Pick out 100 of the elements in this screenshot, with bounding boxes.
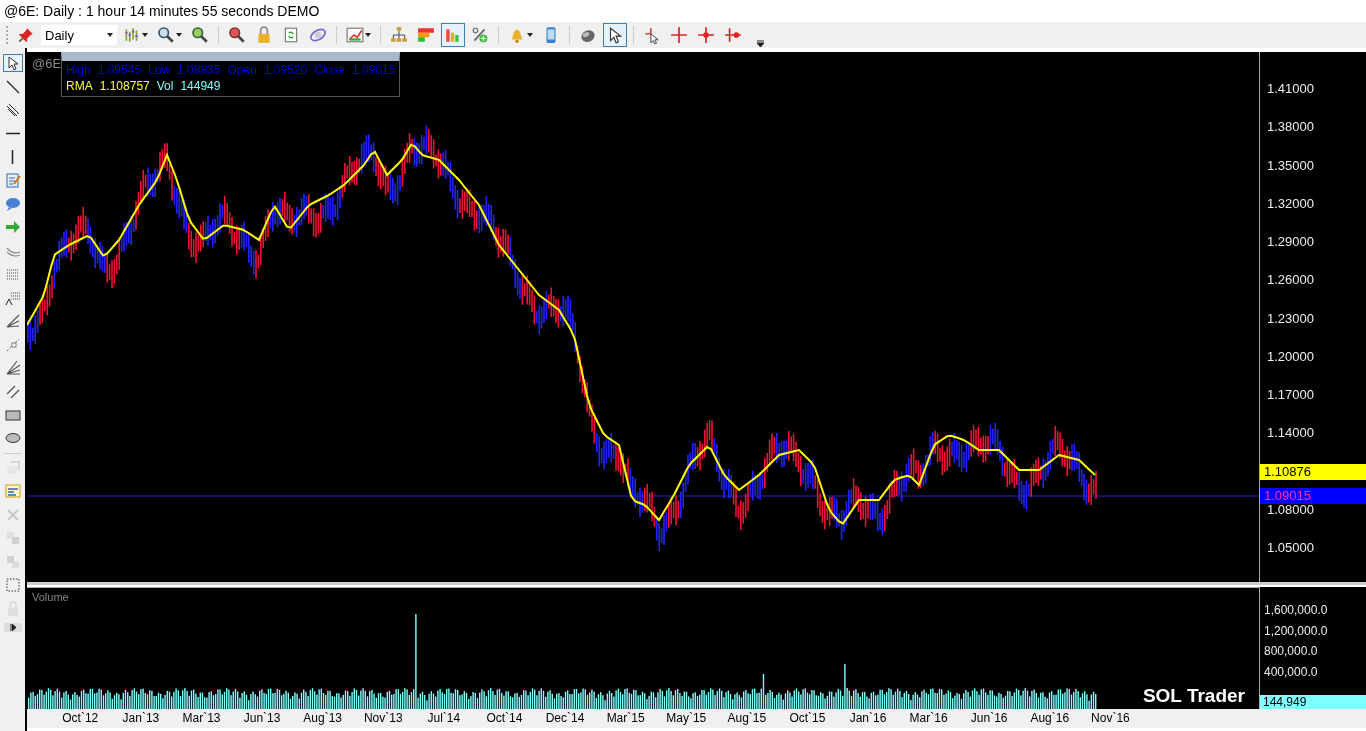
arrow-icon xyxy=(4,219,21,236)
data-label: Low xyxy=(148,62,171,78)
time-axis-label: Jul`14 xyxy=(426,710,462,727)
price-tick-label: 1.32000 xyxy=(1267,195,1314,211)
time-axis-label: Aug`15 xyxy=(726,710,768,727)
last-volume-tag: 144,949 xyxy=(1260,695,1366,709)
caret-icon xyxy=(176,33,182,37)
brand-label: SOL Trader xyxy=(1142,685,1245,707)
time-axis-label: Jun`13 xyxy=(242,710,282,727)
hierarchy-icon xyxy=(390,26,408,44)
note-icon xyxy=(4,172,21,189)
data-label: Vol xyxy=(156,78,174,94)
window-title: @6E: Daily : 1 hour 14 minutes 55 seconds DEMO xyxy=(3,2,320,19)
parallel-lines-icon xyxy=(4,102,21,119)
line-icon xyxy=(4,78,21,95)
overflow-icon[interactable] xyxy=(756,39,765,48)
price-tick-label: 1.23000 xyxy=(1267,310,1314,326)
symbol-label: @6E xyxy=(32,56,62,71)
zoom-icon xyxy=(157,26,175,44)
data-value: 1.09015 xyxy=(351,62,396,78)
last-price-tag: 1.09015 xyxy=(1260,488,1366,504)
stacked-squares-icon xyxy=(4,530,21,547)
lock-icon xyxy=(255,26,273,44)
price-tick-label: 1.38000 xyxy=(1267,119,1314,135)
data-label: RMA xyxy=(66,78,93,94)
close-icon xyxy=(4,506,21,523)
data-label: Close xyxy=(314,62,345,78)
stacked-squares-icon xyxy=(4,553,21,570)
time-axis-label: Mar`16 xyxy=(908,710,949,727)
time-axis-label: Mar`15 xyxy=(605,710,646,727)
price-tick-label: 1.29000 xyxy=(1267,234,1314,249)
time-axis-label: Oct`15 xyxy=(788,710,827,727)
time-axis-label: Oct`12 xyxy=(61,710,100,727)
time-axis-label: Jun`16 xyxy=(969,710,1009,727)
orbit-icon xyxy=(309,26,327,44)
pin-icon xyxy=(17,26,35,44)
time-axis-label: Dec`14 xyxy=(544,710,586,727)
price-tick-label: 1.17000 xyxy=(1267,387,1314,402)
caret-icon xyxy=(107,33,113,37)
cross-pointer-icon xyxy=(643,26,661,44)
indicator-value-tag: 1.10876 xyxy=(1260,464,1366,480)
data-value: 1.09545 xyxy=(97,62,142,78)
percent-icon xyxy=(471,26,489,44)
price-tick-label: 1.05000 xyxy=(1267,540,1314,555)
interval-dropdown[interactable]: Daily xyxy=(41,25,117,45)
color-bars-icon xyxy=(417,26,435,44)
dotted-levels-icon xyxy=(4,289,21,306)
data-label: Open xyxy=(227,62,257,78)
data-value: 1.108757 xyxy=(99,78,150,94)
fan-lines-icon xyxy=(4,360,21,377)
channel-icon xyxy=(4,383,21,400)
price-tick-label: 1.41000 xyxy=(1267,81,1314,96)
time-axis-label: Nov`13 xyxy=(362,710,404,727)
zoom-out-icon xyxy=(228,26,246,44)
data-value: 1.09520 xyxy=(263,62,308,78)
time-axis-label: Oct`14 xyxy=(485,710,524,727)
time-axis-label: Jan`16 xyxy=(848,710,888,727)
price-tick-label: 1.20000 xyxy=(1267,348,1314,364)
data-value: 144949 xyxy=(180,78,221,94)
dashed-line-icon xyxy=(4,336,21,353)
pane-title: Volume xyxy=(32,591,69,603)
data-label: High xyxy=(66,62,91,78)
volume-tick-label: 400,000.0 xyxy=(1264,664,1318,679)
rectangle-icon xyxy=(4,407,21,423)
volume-tick-label: 1,200,000.0 xyxy=(1264,623,1328,638)
triangle-icon xyxy=(9,623,16,631)
fan-lines-icon xyxy=(4,313,21,330)
pointer-button[interactable] xyxy=(603,23,627,47)
time-axis-label: Aug`16 xyxy=(1029,710,1071,727)
time-axis-label: Nov`16 xyxy=(1090,710,1131,727)
crosshair-icon xyxy=(670,26,688,44)
caret-icon xyxy=(365,33,371,37)
time-axis-label: Mar`13 xyxy=(181,710,222,727)
time-axis-label: Jan`13 xyxy=(121,710,161,727)
expand-button[interactable] xyxy=(3,622,22,632)
speech-bubble-icon xyxy=(4,195,21,212)
bar-chart-icon xyxy=(444,26,462,44)
volume-tick-label: 800,000.0 xyxy=(1264,644,1318,658)
selection-icon xyxy=(4,577,21,594)
refresh-icon xyxy=(282,26,300,44)
price-tick-label: 1.14000 xyxy=(1267,425,1314,441)
layers-icon xyxy=(4,459,21,476)
time-axis-label: May`15 xyxy=(665,710,708,727)
crosshair-dot-icon xyxy=(697,26,715,44)
properties-icon xyxy=(4,483,21,500)
horizontal-line-icon xyxy=(4,132,21,136)
price-tick-label: 1.08000 xyxy=(1267,501,1314,517)
volume-tick-label: 1,600,000.0 xyxy=(1264,603,1328,617)
caret-icon xyxy=(142,33,148,37)
bar-chart-button[interactable] xyxy=(441,23,465,47)
time-axis-label: Aug`13 xyxy=(302,710,343,727)
zoom-in-icon xyxy=(191,26,209,44)
dotted-lines-icon xyxy=(4,266,21,283)
crosshair-dot-icon xyxy=(724,26,742,44)
vertical-line-icon xyxy=(11,149,14,166)
data-value: 1.08835 xyxy=(177,62,221,78)
line-chart-icon xyxy=(346,26,364,44)
caret-icon xyxy=(527,33,533,37)
drawing-tool-button[interactable] xyxy=(2,54,23,73)
price-tick-label: 1.35000 xyxy=(1267,157,1314,173)
